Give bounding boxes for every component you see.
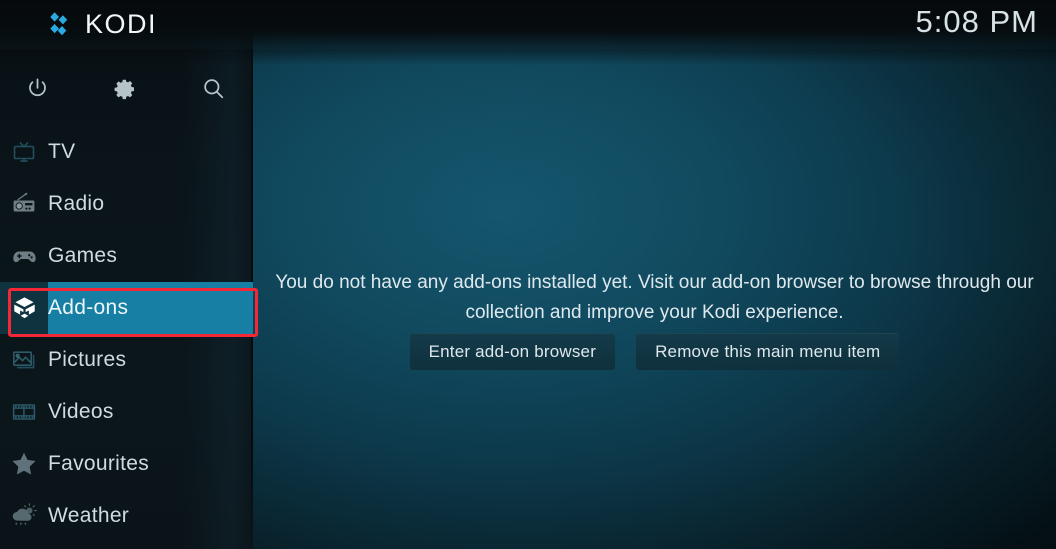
clock: 5:08 PM (915, 4, 1038, 39)
search-icon (201, 76, 226, 106)
kodi-logo-text: KODI (85, 8, 158, 39)
sidebar-item-label: Weather (48, 504, 130, 527)
empty-addons-notice: You do not have any add-ons installed ye… (275, 272, 1034, 323)
sidebar-item-label: TV (48, 140, 76, 163)
filmstrip-icon (0, 399, 48, 425)
pictures-icon (0, 347, 48, 373)
top-bar-fade (0, 49, 1056, 65)
main-content: You do not have any add-ons installed ye… (253, 0, 1056, 549)
sidebar-item-videos[interactable]: Videos (0, 386, 253, 438)
radio-icon (0, 191, 48, 217)
power-button[interactable] (14, 68, 60, 114)
action-button-row: Enter add-on browser Remove this main me… (253, 333, 1056, 370)
sidebar: TV Radio Games Add-ons Pictures Videos F… (0, 0, 253, 549)
power-icon (25, 76, 50, 106)
sidebar-item-weather[interactable]: Weather (0, 490, 253, 542)
sidebar-item-games[interactable]: Games (0, 230, 253, 282)
sidebar-item-pictures[interactable]: Pictures (0, 334, 253, 386)
remove-main-menu-item-button[interactable]: Remove this main menu item (636, 333, 900, 370)
main-menu: TV Radio Games Add-ons Pictures Videos F… (0, 126, 253, 542)
gear-icon (113, 77, 137, 106)
sidebar-item-label: Pictures (48, 348, 127, 371)
settings-button[interactable] (102, 68, 148, 114)
search-button[interactable] (190, 68, 236, 114)
sidebar-item-label: Games (48, 244, 118, 267)
kodi-logo: KODI (46, 9, 157, 39)
sidebar-item-addons[interactable]: Add-ons (0, 282, 253, 337)
sidebar-item-label: Videos (48, 400, 114, 423)
gamepad-icon (0, 243, 48, 270)
sidebar-item-label: Radio (48, 192, 105, 215)
sidebar-item-label: Favourites (48, 452, 150, 475)
star-icon (0, 450, 48, 478)
sidebar-selection-underline (48, 334, 253, 337)
tv-icon (0, 139, 48, 165)
kodi-home-screen: You do not have any add-ons installed ye… (0, 0, 1056, 549)
weather-icon (0, 502, 48, 530)
addons-box-icon (0, 295, 48, 322)
top-bar (0, 0, 1056, 49)
kodi-logo-icon (46, 9, 76, 39)
sidebar-toolbar (0, 68, 253, 114)
sidebar-item-tv[interactable]: TV (0, 126, 253, 178)
enter-addon-browser-button[interactable]: Enter add-on browser (409, 333, 616, 370)
sidebar-item-radio[interactable]: Radio (0, 178, 253, 230)
sidebar-item-label: Add-ons (48, 296, 129, 319)
sidebar-item-favourites[interactable]: Favourites (0, 438, 253, 490)
